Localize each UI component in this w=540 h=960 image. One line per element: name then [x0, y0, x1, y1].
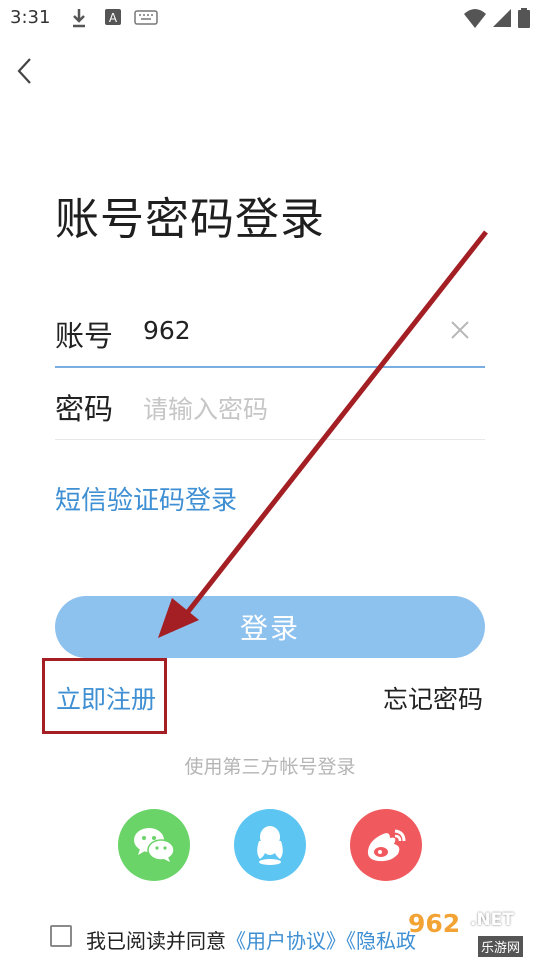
- wechat-icon[interactable]: [118, 809, 190, 881]
- register-link[interactable]: 立即注册: [56, 680, 156, 716]
- back-arrow-icon[interactable]: [10, 56, 40, 86]
- login-button[interactable]: 登录: [55, 596, 485, 658]
- account-label: 账号: [55, 319, 114, 353]
- password-underline: [55, 439, 485, 440]
- agreement-prefix: 我已阅读并同意: [86, 929, 226, 953]
- forgot-password-link[interactable]: 忘记密码: [383, 680, 483, 716]
- signal-icon: [492, 7, 512, 33]
- status-bar: 3:31 A: [0, 0, 540, 36]
- agreement-text: 我已阅读并同意《用户协议》《隐私政: [86, 925, 416, 954]
- watermark-logo: 962: [408, 909, 461, 938]
- download-icon: [70, 7, 88, 33]
- keyboard-icon: [134, 7, 158, 31]
- account-underline: [55, 366, 485, 368]
- wifi-icon: [463, 7, 487, 33]
- qq-icon[interactable]: [234, 809, 306, 881]
- weibo-icon[interactable]: [350, 809, 422, 881]
- third-party-label: 使用第三方帐号登录: [184, 756, 356, 778]
- agreement-checkbox[interactable]: [50, 925, 72, 947]
- page-title: 账号密码登录: [55, 194, 325, 245]
- svg-text:A: A: [109, 11, 118, 25]
- sms-login-link[interactable]: 短信验证码登录: [55, 480, 237, 517]
- app-icon: A: [104, 7, 122, 31]
- user-agreement-link[interactable]: 《用户协议》: [226, 929, 346, 953]
- password-label: 密码: [55, 392, 114, 426]
- battery-icon: [517, 7, 531, 33]
- status-time: 3:31: [10, 7, 51, 28]
- watermark-text: 乐游网: [478, 936, 524, 957]
- account-input[interactable]: 962: [143, 316, 191, 345]
- password-input[interactable]: 请输入密码: [143, 390, 268, 426]
- watermark-net: .NET: [470, 910, 514, 930]
- privacy-policy-link[interactable]: 《隐私政: [346, 929, 416, 953]
- close-icon[interactable]: [448, 318, 472, 342]
